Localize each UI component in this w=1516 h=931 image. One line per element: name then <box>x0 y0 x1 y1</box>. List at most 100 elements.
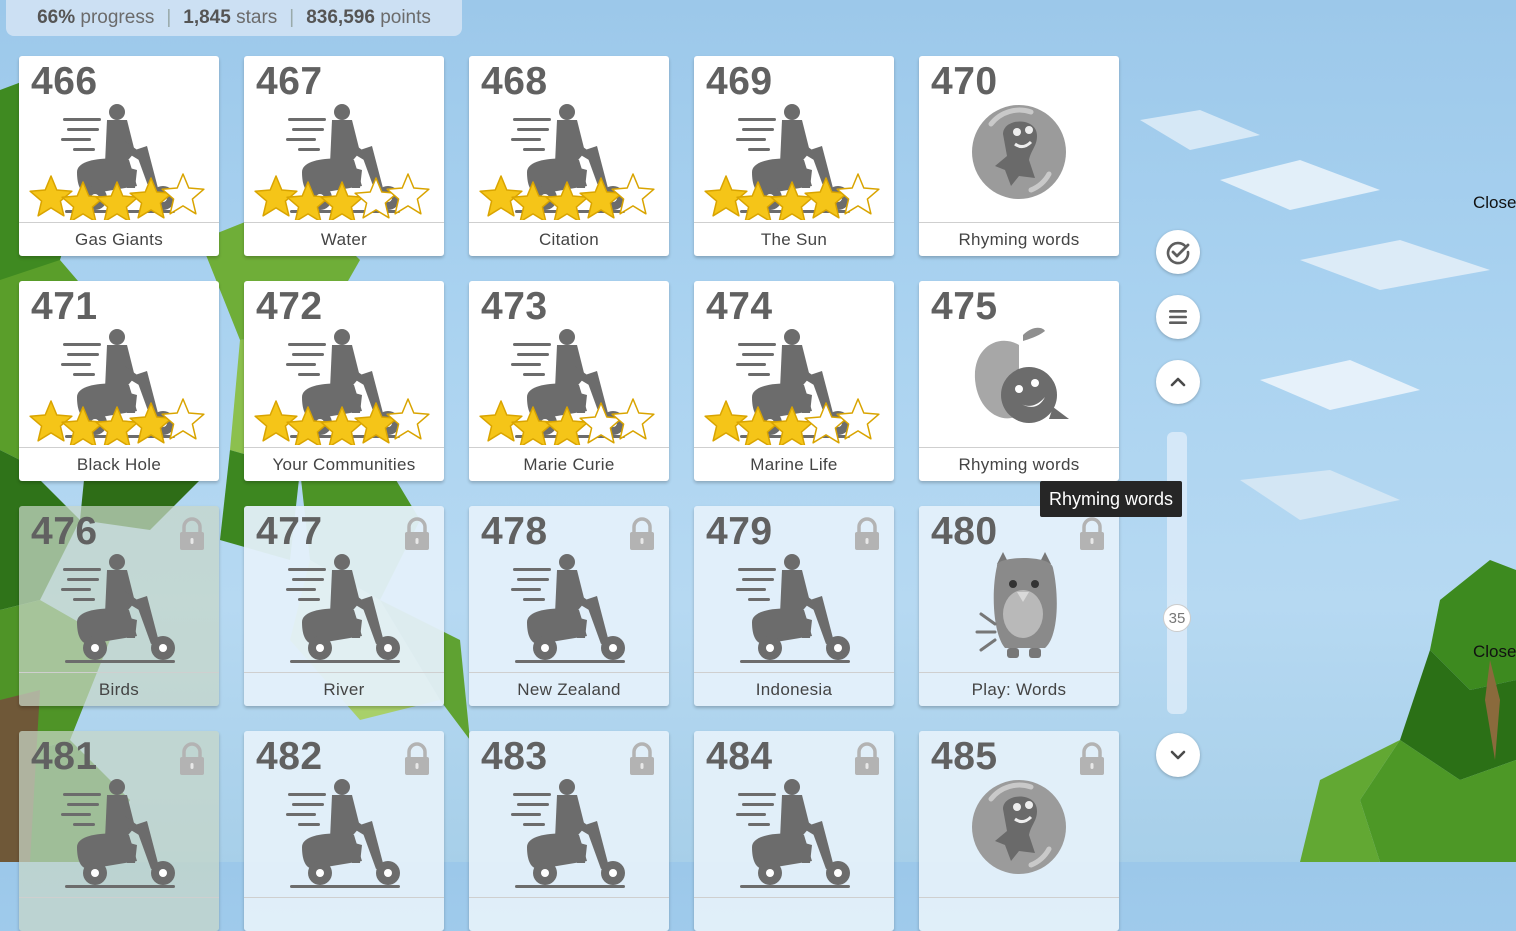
level-tile-482[interactable]: 482 <box>244 731 444 931</box>
level-label <box>694 897 894 931</box>
apple-character-icon <box>974 327 1069 423</box>
level-label-text: Marine Life <box>750 454 838 474</box>
level-label: Indonesia <box>694 672 894 706</box>
level-label: New Zealand <box>469 672 669 706</box>
complete-check-button[interactable] <box>1156 230 1200 274</box>
character-bubble-icon <box>972 105 1066 199</box>
level-tile-479[interactable]: 479 Indonesia <box>694 506 894 706</box>
hamburger-menu-icon <box>1169 310 1187 324</box>
scooter-rider-icon <box>511 779 625 888</box>
level-tile-470[interactable]: 470 Rhyming words <box>919 56 1119 256</box>
points-word: points <box>380 7 431 28</box>
scooter-rider-icon <box>286 779 400 888</box>
level-label-text: Citation <box>538 229 600 249</box>
level-label: Rhyming words <box>919 222 1119 256</box>
close-link-1[interactable]: Close <box>1473 193 1516 213</box>
level-label: Rhyming words <box>919 447 1119 481</box>
scooter-rider-icon <box>61 104 175 213</box>
level-label-text: Rhyming words <box>958 229 1080 249</box>
level-tile-477[interactable]: 477 River <box>244 506 444 706</box>
level-tile-485[interactable]: 485 <box>919 731 1119 931</box>
scooter-rider-icon <box>61 554 175 663</box>
scooter-rider-icon <box>286 554 400 663</box>
lock-icon <box>630 742 654 775</box>
scooter-rider-icon <box>286 329 400 438</box>
level-label-text: New Zealand <box>517 679 621 699</box>
scroll-track[interactable] <box>1167 432 1187 714</box>
level-tile-474[interactable]: 474 Marine Life <box>694 281 894 481</box>
scooter-rider-icon <box>286 104 400 213</box>
scroll-thumb[interactable]: 35 <box>1163 604 1191 632</box>
progress-word: progress <box>80 7 155 28</box>
level-label-text: The Sun <box>760 229 828 249</box>
scooter-rider-icon <box>511 329 625 438</box>
character-bubble-icon <box>972 780 1066 874</box>
level-label-text: Birds <box>98 679 140 699</box>
scooter-rider-icon <box>736 104 850 213</box>
check-circle-icon <box>1166 241 1190 265</box>
scooter-rider-icon <box>61 779 175 888</box>
level-tile-475[interactable]: 475 Rhyming words <box>919 281 1119 481</box>
level-label-text: Your Communities <box>272 454 416 474</box>
level-label: Marie Curie <box>469 447 669 481</box>
level-label-text: Water <box>320 229 368 249</box>
close-link-2[interactable]: Close <box>1473 642 1516 662</box>
lock-icon <box>630 517 654 550</box>
level-label <box>244 897 444 931</box>
level-label: Gas Giants <box>19 222 219 256</box>
points-value: 836,596 <box>306 7 375 28</box>
scooter-rider-icon <box>736 779 850 888</box>
level-tile-471[interactable]: 471 Black Hole <box>19 281 219 481</box>
scroll-up-button[interactable] <box>1156 360 1200 404</box>
scooter-rider-icon <box>511 104 625 213</box>
level-tile-469[interactable]: 469 The Sun <box>694 56 894 256</box>
level-tile-483[interactable]: 483 <box>469 731 669 931</box>
lock-icon <box>180 742 204 775</box>
level-label-text: Indonesia <box>755 679 833 699</box>
lock-icon <box>405 742 429 775</box>
chevron-up-icon <box>1170 377 1186 387</box>
level-tile-476[interactable]: 476 Birds <box>19 506 219 706</box>
level-label: Your Communities <box>244 447 444 481</box>
stars-value: 1,845 <box>183 7 231 28</box>
level-tile-468[interactable]: 468 Citation <box>469 56 669 256</box>
level-tile-466[interactable]: 466 Gas Giants <box>19 56 219 256</box>
scooter-rider-icon <box>61 329 175 438</box>
level-tile-467[interactable]: 467 Water <box>244 56 444 256</box>
level-label-text: River <box>323 679 365 699</box>
scooter-rider-icon <box>736 554 850 663</box>
level-label: Birds <box>19 672 219 706</box>
progress-value: 66% <box>37 7 76 28</box>
level-tile-478[interactable]: 478 New Zealand <box>469 506 669 706</box>
scooter-rider-icon <box>736 329 850 438</box>
lock-icon <box>405 517 429 550</box>
tooltip: Rhyming words <box>1040 481 1183 517</box>
scooter-rider-icon <box>511 554 625 663</box>
menu-button[interactable] <box>1156 295 1200 339</box>
chevron-down-icon <box>1170 750 1186 760</box>
level-label <box>919 897 1119 931</box>
lock-icon <box>180 517 204 550</box>
stats-bar: 66% progress | 1,845 stars | 836,596 poi… <box>6 0 462 36</box>
level-label-text: Gas Giants <box>74 229 164 249</box>
level-tile-480[interactable]: 480 Play: Words <box>919 506 1119 706</box>
level-tile-472[interactable]: 472 Your Communities <box>244 281 444 481</box>
stats-separator: | <box>289 7 295 28</box>
scroll-down-button[interactable] <box>1156 733 1200 777</box>
level-tile-484[interactable]: 484 <box>694 731 894 931</box>
stars-word: stars <box>236 7 278 28</box>
lock-icon <box>1080 517 1104 550</box>
level-label: Black Hole <box>19 447 219 481</box>
level-label-text: Play: Words <box>971 679 1067 699</box>
level-label: Water <box>244 222 444 256</box>
level-label-text: Rhyming words <box>958 454 1080 474</box>
level-label: River <box>244 672 444 706</box>
stats-separator: | <box>166 7 172 28</box>
lock-icon <box>855 517 879 550</box>
level-tile-481[interactable]: 481 <box>19 731 219 931</box>
level-label <box>469 897 669 931</box>
level-tile-473[interactable]: 473 Marie Curie <box>469 281 669 481</box>
level-label: Play: Words <box>919 672 1119 706</box>
monster-character-icon <box>975 552 1057 658</box>
level-label-text: Marie Curie <box>523 454 615 474</box>
